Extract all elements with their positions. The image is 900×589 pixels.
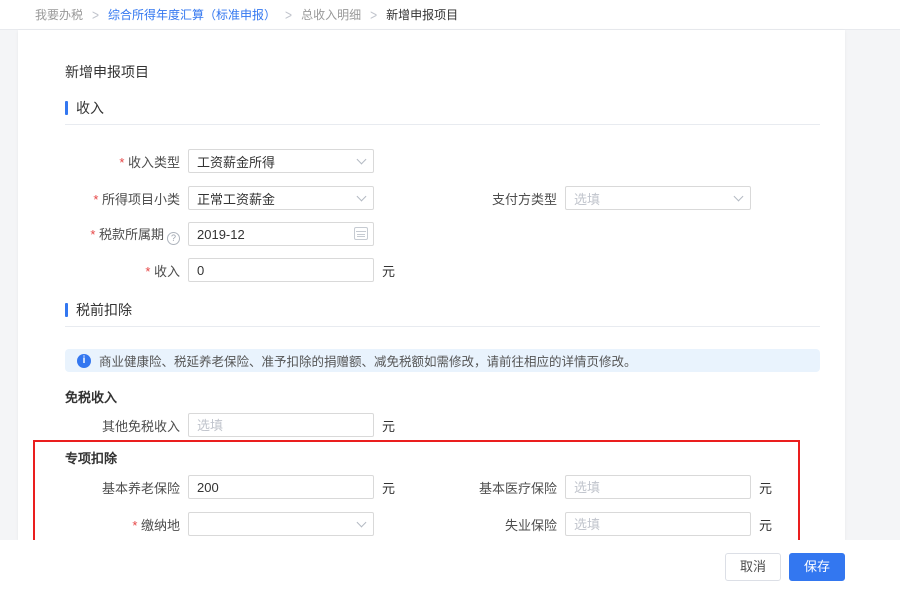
pension-input[interactable]	[188, 475, 374, 499]
other-tax-free-unit: 元	[382, 416, 402, 435]
breadcrumb-item-annual-settlement[interactable]: 综合所得年度汇算（标准申报）	[108, 6, 276, 23]
tax-period-input[interactable]	[188, 222, 374, 246]
section-title-income: 收入	[76, 98, 104, 118]
field-income-amount: 收入 元	[65, 258, 402, 282]
pension-label: 基本养老保险	[65, 478, 180, 497]
field-pension: 基本养老保险 元	[65, 475, 402, 499]
unemployment-input[interactable]	[565, 512, 751, 536]
subsection-title-special-deduction: 专项扣除	[65, 448, 798, 467]
income-amount-unit: 元	[382, 261, 402, 280]
payer-type-placeholder: 选填	[574, 189, 600, 208]
breadcrumb-separator-icon: >	[370, 6, 377, 23]
section-bar-icon	[65, 101, 68, 115]
payer-type-select[interactable]: 选填	[565, 186, 751, 210]
field-other-tax-free: 其他免税收入 元	[65, 413, 402, 437]
highlight-box: 专项扣除 基本养老保险 元 基本医疗保险 元	[33, 440, 800, 540]
section-bar-icon	[65, 303, 68, 317]
breadcrumb-item-home[interactable]: 我要办税	[35, 6, 83, 23]
breadcrumb-separator-icon: >	[92, 6, 99, 23]
income-amount-label: 收入	[65, 261, 180, 280]
tax-period-label-text: 税款所属期	[99, 227, 164, 242]
page-background: 新增申报项目 收入 收入类型 工资薪金所得 所得项目小类	[0, 30, 900, 589]
income-amount-input[interactable]	[188, 258, 374, 282]
field-payer-type: 支付方类型 选填	[467, 186, 751, 210]
other-tax-free-label: 其他免税收入	[65, 416, 180, 435]
notice-text: 商业健康险、税延养老保险、准予扣除的捐赠额、减免税额如需修改，请前往相应的详情页…	[99, 351, 637, 370]
breadcrumb-item-income-detail[interactable]: 总收入明细	[301, 6, 361, 23]
income-type-value: 工资薪金所得	[197, 152, 275, 171]
payer-type-label: 支付方类型	[467, 189, 557, 208]
calendar-icon[interactable]	[354, 227, 368, 240]
divider	[65, 124, 820, 125]
field-medical: 基本医疗保险 元	[467, 475, 779, 499]
field-unemployment: 失业保险 元	[467, 512, 779, 536]
section-title-pretax: 税前扣除	[76, 300, 132, 320]
breadcrumb-separator-icon: >	[285, 6, 292, 23]
tax-period-label: 税款所属期?	[65, 224, 180, 245]
medical-unit: 元	[759, 478, 779, 497]
payment-location-label: 缴纳地	[65, 515, 180, 534]
section-header-income: 收入	[65, 98, 820, 118]
breadcrumb-item-current: 新增申报项目	[386, 6, 458, 23]
income-type-select[interactable]: 工资薪金所得	[188, 149, 374, 173]
medical-input[interactable]	[565, 475, 751, 499]
cancel-button[interactable]: 取消	[725, 553, 781, 581]
field-tax-period: 税款所属期?	[65, 222, 402, 246]
income-subtype-label: 所得项目小类	[65, 189, 180, 208]
field-income-type: 收入类型 工资薪金所得	[65, 149, 402, 173]
form-panel: 新增申报项目 收入 收入类型 工资薪金所得 所得项目小类	[18, 30, 845, 540]
payment-location-select[interactable]	[188, 512, 374, 536]
unemployment-unit: 元	[759, 515, 779, 534]
income-type-label: 收入类型	[65, 152, 180, 171]
field-payment-location: 缴纳地	[65, 512, 402, 536]
pension-unit: 元	[382, 478, 402, 497]
breadcrumb: 我要办税 > 综合所得年度汇算（标准申报） > 总收入明细 > 新增申报项目	[0, 0, 900, 30]
income-subtype-select[interactable]: 正常工资薪金	[188, 186, 374, 210]
notice-banner: i 商业健康险、税延养老保险、准予扣除的捐赠额、减免税额如需修改，请前往相应的详…	[65, 349, 820, 372]
other-tax-free-input[interactable]	[188, 413, 374, 437]
divider	[65, 326, 820, 327]
section-header-pretax: 税前扣除	[65, 300, 820, 320]
medical-label: 基本医疗保险	[467, 478, 557, 497]
unemployment-label: 失业保险	[467, 515, 557, 534]
subsection-title-tax-free: 免税收入	[65, 387, 820, 406]
help-icon[interactable]: ?	[167, 232, 180, 245]
save-button[interactable]: 保存	[789, 553, 845, 581]
field-income-subtype: 所得项目小类 正常工资薪金	[65, 186, 402, 210]
footer-bar: 取消 保存	[0, 540, 900, 589]
info-icon: i	[77, 354, 91, 368]
income-subtype-value: 正常工资薪金	[197, 189, 275, 208]
page-title: 新增申报项目	[65, 62, 820, 82]
